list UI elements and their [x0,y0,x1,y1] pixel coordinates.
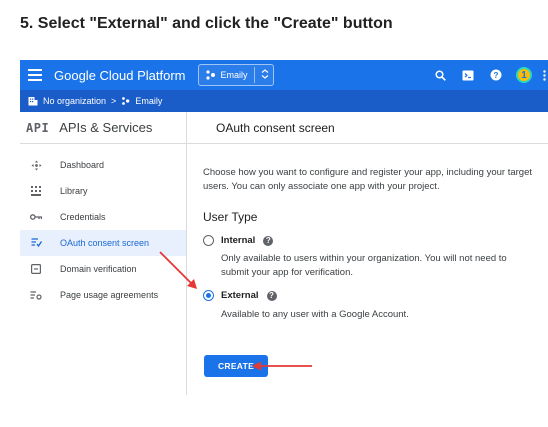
step-instruction-title: 5. Select "External" and click the "Crea… [20,15,393,32]
arrow-to-external-icon [159,251,197,289]
arrow-to-create-icon [252,361,312,371]
gcp-console-screenshot: Google Cloud Platform Emaily ? 1 No orga… [20,60,548,395]
annotation-arrows [159,251,312,371]
